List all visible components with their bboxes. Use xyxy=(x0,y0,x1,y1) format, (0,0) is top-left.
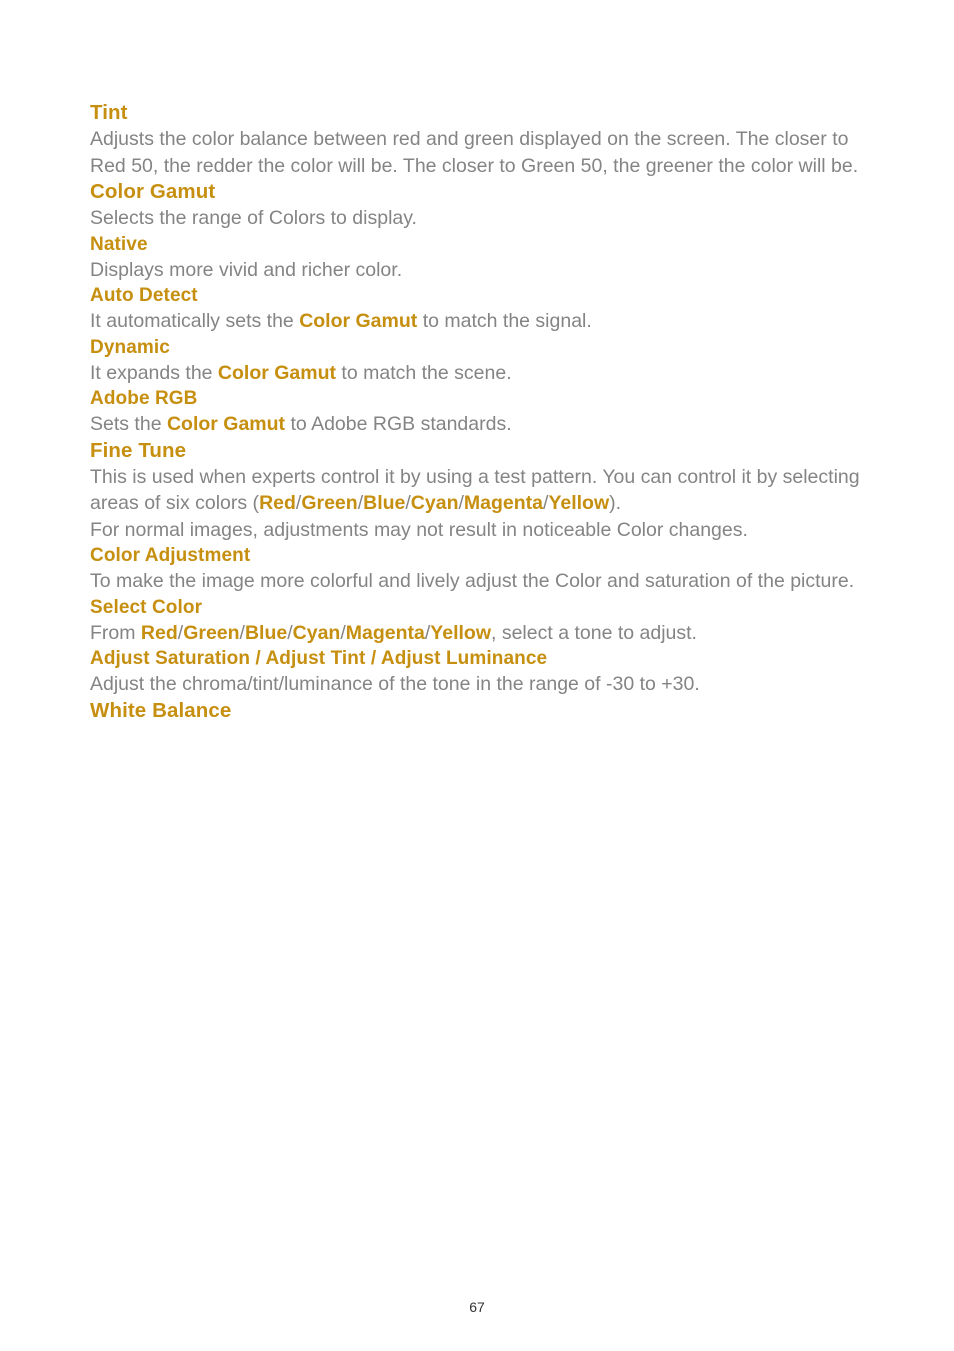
heading-adobe-rgb: Adobe RGB xyxy=(90,388,198,409)
heading-separator: / xyxy=(250,648,266,669)
heading-color-gamut: Color Gamut xyxy=(90,180,216,203)
paragraph-adjust-group: Adjust the chroma/tint/luminance of the … xyxy=(90,673,700,695)
color-list-fine-tune: Red/Green/Blue/Cyan/Magenta/Yellow xyxy=(259,492,609,514)
color-magenta: Magenta xyxy=(463,492,544,514)
paragraph-native: Displays more vivid and richer color. xyxy=(90,258,403,281)
text-run: Sets the xyxy=(90,413,167,435)
color-cyan: Cyan xyxy=(410,492,459,514)
color-blue: Blue xyxy=(244,621,288,644)
color-yellow: Yellow xyxy=(430,621,491,644)
term-color-gamut: Color Gamut xyxy=(217,361,337,384)
heading-native: Native xyxy=(90,233,148,255)
color-list-select-color: Red/Green/Blue/Cyan/Magenta/Yellow xyxy=(141,622,491,644)
text-run: It automatically sets the xyxy=(90,310,300,332)
paragraph-color-adjustment: To make the image more colorful and live… xyxy=(90,570,855,592)
paragraph-select-color: From Red/Green/Blue/Cyan/Magenta/Yellow,… xyxy=(90,620,880,647)
term-color-gamut: Color Gamut xyxy=(166,413,286,435)
color-green: Green xyxy=(183,621,240,644)
paragraph-dynamic: It expands the Color Gamut to match the … xyxy=(90,360,880,387)
heading-tint: Tint xyxy=(90,101,128,124)
heading-dynamic: Dynamic xyxy=(90,336,170,358)
color-cyan: Cyan xyxy=(292,621,341,644)
heading-fine-tune: Fine Tune xyxy=(90,438,187,462)
color-green: Green xyxy=(301,492,358,514)
heading-color-adjustment: Color Adjustment xyxy=(90,545,251,566)
text-run: , select a tone to adjust. xyxy=(491,621,697,644)
text-run: to match the scene. xyxy=(336,361,512,384)
heading-white-balance: White Balance xyxy=(90,698,232,722)
text-run: to Adobe RGB standards. xyxy=(285,413,512,435)
paragraph-tint: Adjusts the color balance between red an… xyxy=(90,128,859,177)
text-run: It expands the xyxy=(90,361,218,384)
color-yellow: Yellow xyxy=(548,492,610,514)
heading-adjust-tint: Adjust Tint xyxy=(265,648,366,669)
heading-adjust-saturation: Adjust Saturation xyxy=(90,648,251,669)
color-magenta: Magenta xyxy=(345,621,425,644)
manual-page: Tint Adjusts the color balance between r… xyxy=(0,0,954,1351)
heading-select-color: Select Color xyxy=(90,596,203,618)
heading-auto-detect: Auto Detect xyxy=(90,285,198,306)
color-red: Red xyxy=(259,492,296,514)
paragraph-auto-detect: It automatically sets the Color Gamut to… xyxy=(90,308,880,335)
heading-separator: / xyxy=(365,648,381,669)
page-number: 67 xyxy=(469,1299,485,1315)
paragraph-fine-tune: This is used when experts control it by … xyxy=(90,464,880,544)
page-content: Tint Adjusts the color balance between r… xyxy=(90,100,880,724)
paragraph-color-gamut: Selects the range of Colors to display. xyxy=(90,207,417,229)
color-blue: Blue xyxy=(363,492,406,514)
text-run: From xyxy=(90,621,141,644)
paragraph-adobe-rgb: Sets the Color Gamut to Adobe RGB standa… xyxy=(90,411,880,438)
term-color-gamut: Color Gamut xyxy=(299,310,418,332)
text-run: For normal images, adjustments may not r… xyxy=(90,518,748,541)
page-footer: 67 xyxy=(0,1298,954,1317)
heading-adjust-group: Adjust Saturation / Adjust Tint / Adjust… xyxy=(90,646,880,671)
text-run: ). xyxy=(609,492,622,514)
text-run: to match the signal. xyxy=(417,310,592,332)
heading-adjust-luminance: Adjust Luminance xyxy=(380,648,548,669)
color-red: Red xyxy=(140,621,178,644)
